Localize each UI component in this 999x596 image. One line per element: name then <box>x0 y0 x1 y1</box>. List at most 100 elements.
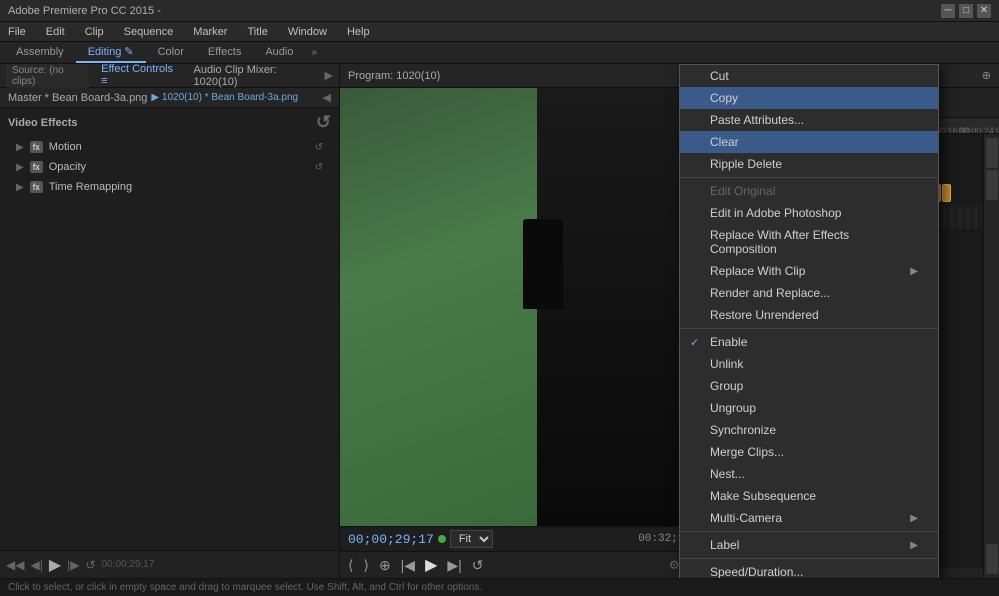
play-btn[interactable]: ▶ <box>49 555 61 575</box>
opacity-reset-btn[interactable]: ↺ <box>315 162 323 173</box>
add-marker-btn[interactable]: ⊕ <box>375 555 395 576</box>
ctx-render-replace[interactable]: Render and Replace... <box>680 282 938 304</box>
effect-motion[interactable]: ▶ fx Motion ↺ <box>0 137 339 157</box>
ctx-replace-ae[interactable]: Replace With After Effects Composition <box>680 224 938 260</box>
source-label[interactable]: Source: (no clips) <box>6 64 89 89</box>
ctx-label-label: Label <box>710 538 739 552</box>
fit-dropdown[interactable]: Fit <box>450 530 493 548</box>
tab-color[interactable]: Color <box>146 43 196 63</box>
more-tabs-button[interactable]: » <box>311 47 317 58</box>
panel-menu-icon[interactable]: ▶ <box>325 69 333 82</box>
monitor-settings-btn[interactable]: ⚙ <box>669 558 680 572</box>
step-back-frame-btn[interactable]: |◀ <box>397 555 419 576</box>
motion-fx-label: fx <box>30 141 43 153</box>
menu-sequence[interactable]: Sequence <box>120 24 178 40</box>
ctx-clear-label: Clear <box>710 135 739 149</box>
loop-btn[interactable]: ↺ <box>86 558 96 572</box>
motion-expand-icon: ▶ <box>16 142 24 153</box>
add-track-btn[interactable]: ⊕ <box>982 69 991 82</box>
ctx-multi-camera-arrow: ▶ <box>910 513 918 524</box>
tab-effect-controls[interactable]: Effect Controls ≡ <box>95 64 181 90</box>
ctx-make-subsequence[interactable]: Make Subsequence <box>680 485 938 507</box>
opacity-fx-label: fx <box>30 161 43 173</box>
ctx-merge-clips[interactable]: Merge Clips... <box>680 441 938 463</box>
clip-v1-orange-2[interactable] <box>942 184 952 202</box>
clip-link[interactable]: ▶ 1020(10) * Bean Board-3a.png <box>151 92 298 103</box>
ctx-restore-unrendered[interactable]: Restore Unrendered <box>680 304 938 326</box>
ctx-sep-3 <box>680 531 938 532</box>
ctx-edit-original[interactable]: Edit Original <box>680 180 938 202</box>
ctx-replace-clip-label: Replace With Clip <box>710 264 805 278</box>
close-button[interactable]: ✕ <box>977 4 991 18</box>
time-remap-label: Time Remapping <box>49 181 132 193</box>
timecode-source: 00;00;29;17 <box>102 559 155 570</box>
edge-btn-3[interactable] <box>986 544 998 574</box>
tab-assembly[interactable]: Assembly <box>4 43 76 63</box>
menu-marker[interactable]: Marker <box>189 24 231 40</box>
menu-file[interactable]: File <box>4 24 30 40</box>
ctx-speed-duration[interactable]: Speed/Duration... <box>680 561 938 578</box>
ctx-paste-attributes[interactable]: Paste Attributes... <box>680 109 938 131</box>
ctx-label[interactable]: Label ▶ <box>680 534 938 556</box>
ctx-ripple-delete[interactable]: Ripple Delete <box>680 153 938 175</box>
video-effects-reset[interactable]: ↺ <box>316 112 331 133</box>
edge-btn-1[interactable] <box>986 138 998 168</box>
minimize-button[interactable]: ─ <box>941 4 955 18</box>
ctx-render-replace-label: Render and Replace... <box>710 286 830 300</box>
ctx-edit-photoshop-label: Edit in Adobe Photoshop <box>710 206 841 220</box>
ctx-sep-2 <box>680 328 938 329</box>
ctx-enable[interactable]: ✓ Enable <box>680 331 938 353</box>
ctx-edit-photoshop[interactable]: Edit in Adobe Photoshop <box>680 202 938 224</box>
ctx-unlink[interactable]: Unlink <box>680 353 938 375</box>
ctx-nest[interactable]: Nest... <box>680 463 938 485</box>
tab-effects[interactable]: Effects <box>196 43 253 63</box>
menu-clip[interactable]: Clip <box>81 24 108 40</box>
step-fwd-frame-btn[interactable]: ▶| <box>443 555 465 576</box>
tab-audio-clip-mixer[interactable]: Audio Clip Mixer: 1020(10) <box>188 64 319 90</box>
menu-bar: File Edit Clip Sequence Marker Title Win… <box>0 22 999 42</box>
ctx-group-label: Group <box>710 379 743 393</box>
time-remap-fx-label: fx <box>30 181 43 193</box>
ctx-synchronize-label: Synchronize <box>710 423 776 437</box>
video-effects-label: Video Effects <box>8 117 78 129</box>
effect-opacity[interactable]: ▶ fx Opacity ↺ <box>0 157 339 177</box>
ctx-nest-label: Nest... <box>710 467 745 481</box>
maximize-button[interactable]: □ <box>959 4 973 18</box>
menu-window[interactable]: Window <box>284 24 331 40</box>
ctx-copy[interactable]: Copy <box>680 87 938 109</box>
ctx-multi-camera[interactable]: Multi-Camera ▶ <box>680 507 938 529</box>
ctx-ungroup[interactable]: Ungroup <box>680 397 938 419</box>
ctx-ungroup-label: Ungroup <box>710 401 756 415</box>
ctx-sep-4 <box>680 558 938 559</box>
step-fwd-btn[interactable]: |▶ <box>67 558 79 572</box>
ctx-merge-clips-label: Merge Clips... <box>710 445 784 459</box>
motion-label: Motion <box>49 141 82 153</box>
tab-audio[interactable]: Audio <box>253 43 305 63</box>
menu-help[interactable]: Help <box>343 24 374 40</box>
ctx-synchronize[interactable]: Synchronize <box>680 419 938 441</box>
ctx-group[interactable]: Group <box>680 375 938 397</box>
ctx-label-arrow: ▶ <box>910 540 918 551</box>
effect-time-remapping[interactable]: ▶ fx Time Remapping <box>0 177 339 197</box>
mark-in-btn[interactable]: ⟨ <box>344 555 357 576</box>
effect-controls-header: Source: (no clips) Effect Controls ≡ Aud… <box>0 64 339 88</box>
motion-reset-btn[interactable]: ↺ <box>315 142 323 153</box>
ctx-cut-label: Cut <box>710 69 729 83</box>
ctx-replace-ae-label: Replace With After Effects Composition <box>710 228 918 256</box>
ctx-clear[interactable]: Clear <box>680 131 938 153</box>
ctx-edit-original-label: Edit Original <box>710 184 775 198</box>
mark-out-btn[interactable]: ⟩ <box>359 555 372 576</box>
window-controls: ─ □ ✕ <box>941 4 991 18</box>
ctx-replace-clip[interactable]: Replace With Clip ▶ <box>680 260 938 282</box>
step-back-btn[interactable]: ◀| <box>30 558 42 572</box>
tab-editing[interactable]: Editing ✎ <box>76 42 146 63</box>
opacity-label: Opacity <box>49 161 86 173</box>
menu-edit[interactable]: Edit <box>42 24 69 40</box>
edge-btn-2[interactable] <box>986 170 998 200</box>
playback-left-btn[interactable]: ◀◀ <box>6 558 24 572</box>
ctx-cut[interactable]: Cut <box>680 65 938 87</box>
title-bar: Adobe Premiere Pro CC 2015 - ─ □ ✕ <box>0 0 999 22</box>
loop-program-btn[interactable]: ↺ <box>468 555 488 576</box>
menu-title[interactable]: Title <box>243 24 271 40</box>
play-program-btn[interactable]: ▶ <box>421 553 441 577</box>
